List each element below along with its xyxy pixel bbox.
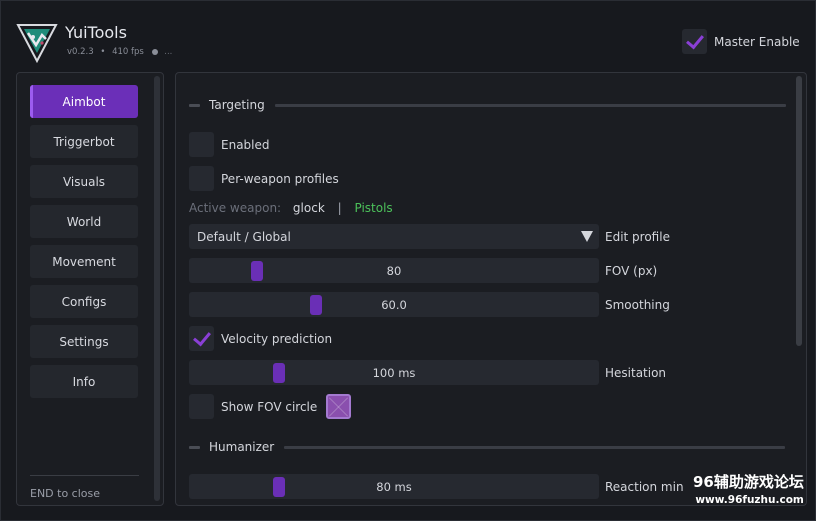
master-enable-checkbox[interactable]	[682, 29, 707, 54]
separator-dot: •	[100, 47, 106, 57]
smoothing-slider-thumb[interactable]	[310, 295, 322, 315]
active-weapon-value: glock	[292, 201, 325, 215]
sidebar-item-configs[interactable]: Configs	[30, 285, 138, 318]
logo-icon	[16, 24, 58, 63]
watermark-title: 96辅助游戏论坛	[693, 473, 804, 491]
reaction-min-slider[interactable]: 80 ms	[189, 474, 599, 499]
sidebar-item-info[interactable]: Info	[30, 365, 138, 398]
sidebar-item-visuals[interactable]: Visuals	[30, 165, 138, 198]
sidebar-item-triggerbot[interactable]: Triggerbot	[30, 125, 138, 158]
status-dot-icon	[151, 48, 158, 55]
sidebar-item-aimbot[interactable]: Aimbot	[30, 85, 138, 118]
section-line	[274, 103, 786, 107]
fov-value: 80	[386, 263, 402, 278]
fov-color-swatch[interactable]	[326, 394, 352, 419]
fov-slider-thumb[interactable]	[251, 261, 263, 281]
section-dash	[189, 445, 200, 449]
show-fov-toggle[interactable]: Show FOV circle	[189, 394, 352, 419]
active-weapon-class: Pistols	[354, 201, 393, 215]
section-title: Targeting	[209, 98, 265, 112]
active-weapon-sep: |	[337, 201, 342, 215]
reaction-min-value: 80 ms	[376, 479, 412, 494]
per-weapon-toggle[interactable]: Per-weapon profiles	[189, 166, 339, 191]
section-line	[284, 445, 786, 449]
velocity-toggle[interactable]: Velocity prediction	[189, 326, 332, 351]
main-scrollbar[interactable]	[796, 76, 802, 346]
sidebar-item-settings[interactable]: Settings	[30, 325, 138, 358]
show-fov-label: Show FOV circle	[221, 399, 318, 414]
watermark-url: www.96fuzhu.com	[695, 494, 804, 506]
app-title: YuiTools	[65, 23, 127, 42]
section-humanizer: Humanizer	[189, 440, 786, 454]
fov-slider[interactable]: 80	[189, 258, 599, 283]
master-enable-toggle[interactable]: Master Enable	[682, 29, 800, 54]
main-panel: Targeting Enabled Per-weapon profiles Ac…	[175, 72, 807, 506]
sidebar-divider	[30, 475, 139, 476]
smoothing-slider[interactable]: 60.0	[189, 292, 599, 317]
section-title: Humanizer	[209, 440, 275, 454]
per-weapon-label: Per-weapon profiles	[221, 171, 339, 186]
watermark: 96辅助游戏论坛 www.96fuzhu.com	[693, 471, 804, 506]
hesitation-value: 100 ms	[372, 365, 416, 380]
close-hint: END to close	[30, 487, 101, 500]
smoothing-value: 60.0	[381, 297, 407, 312]
profile-label: Edit profile	[605, 230, 670, 244]
app-subtitle: v0.2.3 • 410 fps ...	[67, 47, 172, 57]
show-fov-checkbox[interactable]	[189, 394, 214, 419]
reaction-min-slider-thumb[interactable]	[273, 477, 285, 497]
enabled-checkbox[interactable]	[189, 132, 214, 157]
velocity-checkbox[interactable]	[189, 326, 214, 351]
active-weapon-label: Active weapon:	[189, 201, 282, 215]
sidebar: Aimbot Triggerbot Visuals World Movement…	[16, 72, 164, 506]
status-extra: ...	[164, 47, 173, 57]
app-window: YuiTools v0.2.3 • 410 fps ... Master Ena…	[0, 0, 816, 521]
enabled-label: Enabled	[221, 137, 270, 152]
section-targeting: Targeting	[189, 98, 786, 112]
dropdown-arrow-icon	[581, 231, 593, 242]
reaction-min-label: Reaction min	[605, 480, 684, 494]
sidebar-item-movement[interactable]: Movement	[30, 245, 138, 278]
enabled-toggle[interactable]: Enabled	[189, 132, 270, 157]
section-dash	[189, 103, 200, 107]
header: YuiTools v0.2.3 • 410 fps ... Master Ena…	[1, 1, 816, 69]
active-weapon-line: Active weapon: glock | Pistols	[189, 201, 393, 215]
hesitation-slider-thumb[interactable]	[273, 363, 285, 383]
master-enable-label: Master Enable	[714, 34, 800, 49]
velocity-label: Velocity prediction	[221, 331, 333, 346]
per-weapon-checkbox[interactable]	[189, 166, 214, 191]
hesitation-slider[interactable]: 100 ms	[189, 360, 599, 385]
profile-select-value: Default / Global	[197, 229, 291, 244]
profile-select[interactable]: Default / Global	[189, 224, 599, 249]
smoothing-label: Smoothing	[605, 298, 670, 312]
version-text: v0.2.3	[67, 47, 94, 57]
hesitation-label: Hesitation	[605, 366, 667, 380]
sidebar-scrollbar[interactable]	[154, 76, 160, 501]
sidebar-item-world[interactable]: World	[30, 205, 138, 238]
fov-label: FOV (px)	[605, 264, 658, 278]
fps-counter: 410 fps	[112, 47, 144, 57]
